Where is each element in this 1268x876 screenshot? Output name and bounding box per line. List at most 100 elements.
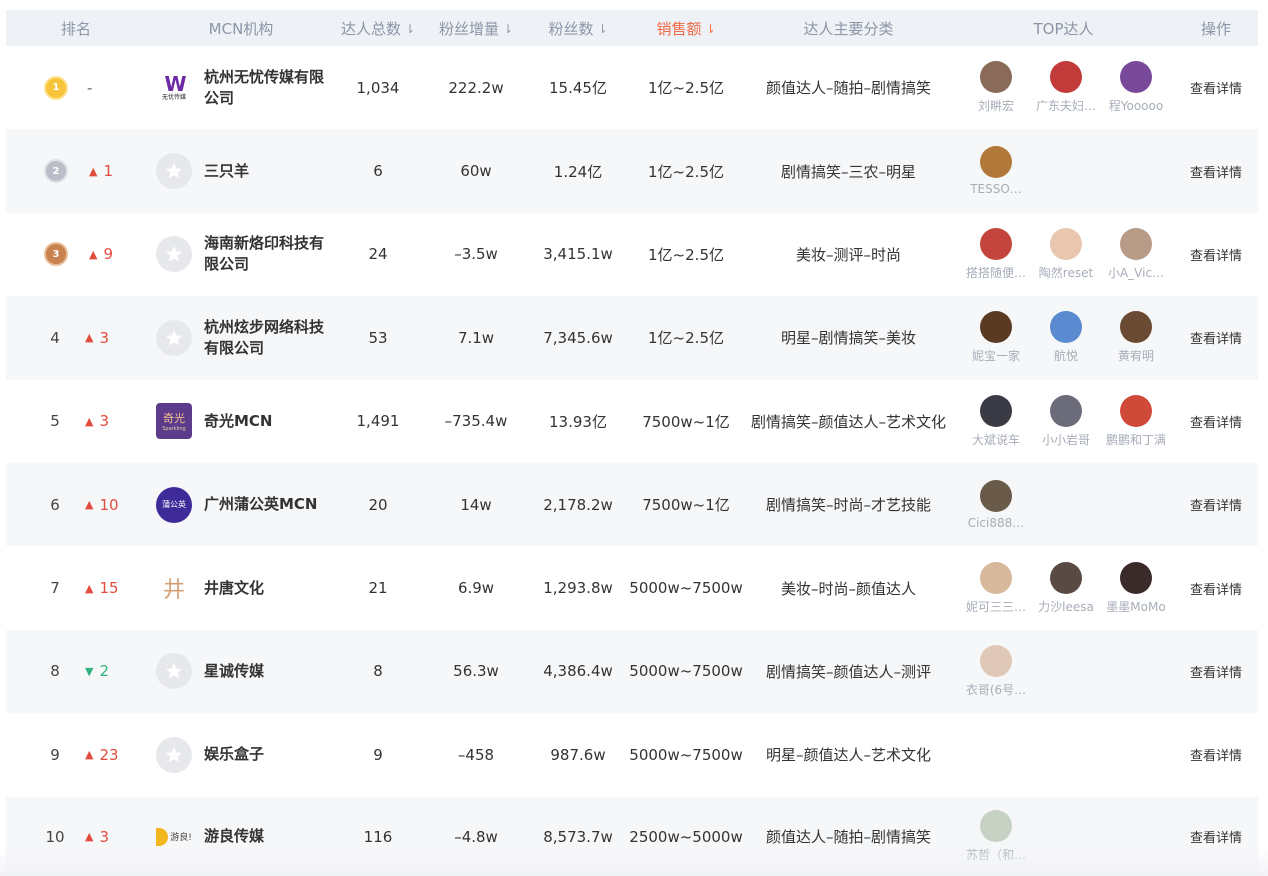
- view-details-link[interactable]: 查看详情: [1190, 245, 1242, 264]
- top-creator[interactable]: 墨墨MoMo: [1101, 561, 1171, 615]
- mcn-cell[interactable]: 杭州炫步网络科技有限公司: [156, 296, 336, 379]
- creator-name[interactable]: 程Yooooo: [1101, 97, 1171, 114]
- mcn-name[interactable]: 杭州炫步网络科技有限公司: [204, 317, 334, 359]
- creator-name[interactable]: 搭搭随便…: [961, 264, 1031, 281]
- top-creator[interactable]: 小A_Vic…: [1101, 227, 1171, 281]
- creator-name[interactable]: 衣哥(6号…: [961, 681, 1031, 698]
- header-sales-sort[interactable]: 销售额 ⇂: [631, 10, 741, 46]
- top-creators: Cici888…: [961, 479, 1031, 530]
- header-fans-sort[interactable]: 粉丝数 ⇂: [528, 10, 628, 46]
- top-creator[interactable]: 搭搭随便…: [961, 227, 1031, 281]
- avatar[interactable]: [1050, 227, 1082, 260]
- top-creator[interactable]: 广东夫妇…: [1031, 61, 1101, 114]
- mcn-cell[interactable]: W 无忧传媒 杭州无忧传媒有限公司: [156, 46, 336, 129]
- sort-down-icon[interactable]: ⇂: [597, 22, 607, 36]
- mcn-cell[interactable]: 蒲公英 广州蒲公英MCN: [156, 463, 336, 546]
- creator-name[interactable]: 广东夫妇…: [1031, 97, 1101, 114]
- avatar[interactable]: [1050, 561, 1082, 594]
- top-creator[interactable]: 陶然reset: [1031, 227, 1101, 281]
- view-details-link[interactable]: 查看详情: [1190, 328, 1242, 347]
- avatar[interactable]: [1120, 227, 1152, 260]
- mcn-cell[interactable]: 星诚传媒: [156, 630, 336, 713]
- creator-name[interactable]: Cici888…: [961, 516, 1031, 530]
- top-creator[interactable]: 妮可三三…: [961, 561, 1031, 615]
- table-row: 8 ▼ 2 星诚传媒 8 56.3w 4,386.4w 5000w~7500w 剧情搞笑–颜值达…: [6, 629, 1258, 714]
- creator-name[interactable]: 刘畊宏: [961, 97, 1031, 114]
- mcn-name[interactable]: 井唐文化: [204, 578, 334, 599]
- top-creator[interactable]: TESSO…: [961, 146, 1031, 196]
- creator-name[interactable]: 墨墨MoMo: [1101, 598, 1171, 615]
- view-details-link[interactable]: 查看详情: [1190, 662, 1242, 681]
- creator-name[interactable]: TESSO…: [961, 182, 1031, 196]
- creator-name[interactable]: 力沙leesa: [1031, 598, 1101, 615]
- creator-name[interactable]: 大斌说车: [961, 431, 1031, 448]
- mcn-name[interactable]: 娱乐盒子: [204, 744, 334, 765]
- mcn-cell[interactable]: 三只羊: [156, 129, 336, 212]
- top-creator[interactable]: 妮宝一家: [961, 311, 1031, 364]
- view-details-link[interactable]: 查看详情: [1190, 162, 1242, 181]
- view-details-link[interactable]: 查看详情: [1190, 412, 1242, 431]
- avatar[interactable]: [980, 479, 1012, 512]
- avatar[interactable]: [980, 61, 1012, 94]
- table-row: 9 ▲ 23 娱乐盒子 9 –458 987.6w 5000w~7500w 明星–颜值达人–艺术…: [6, 713, 1258, 796]
- avatar[interactable]: [980, 810, 1012, 843]
- fan-growth: –735.4w: [444, 412, 508, 431]
- top-creator[interactable]: 航悦: [1031, 311, 1101, 364]
- avatar[interactable]: [980, 227, 1012, 260]
- sort-down-icon[interactable]: ⇂: [503, 22, 513, 36]
- avatar[interactable]: [1120, 311, 1152, 344]
- avatar[interactable]: [1050, 311, 1082, 344]
- mcn-cell[interactable]: 井井唐文化: [156, 546, 336, 629]
- sort-down-icon[interactable]: ⇂: [405, 22, 415, 36]
- sort-down-icon[interactable]: ⇂: [705, 22, 715, 36]
- main-categories: 美妆–时尚–颜值达人: [780, 579, 916, 598]
- creator-name[interactable]: 妮可三三…: [961, 598, 1031, 615]
- avatar[interactable]: [1050, 394, 1082, 427]
- avatar[interactable]: [1120, 61, 1152, 94]
- view-details-link[interactable]: 查看详情: [1190, 495, 1242, 514]
- view-details-link[interactable]: 查看详情: [1190, 78, 1242, 97]
- top-creator[interactable]: Cici888…: [961, 479, 1031, 530]
- creator-name[interactable]: 妮宝一家: [961, 347, 1031, 364]
- mcn-name[interactable]: 海南新烙印科技有限公司: [204, 233, 334, 275]
- creator-name[interactable]: 小小岩哥: [1031, 431, 1101, 448]
- creator-name[interactable]: 陶然reset: [1031, 264, 1101, 281]
- avatar[interactable]: [1050, 61, 1082, 94]
- creator-name[interactable]: 黄宥明: [1101, 347, 1171, 364]
- top-creator[interactable]: 衣哥(6号…: [961, 644, 1031, 698]
- mcn-name[interactable]: 游良传媒: [204, 826, 334, 847]
- top-creator[interactable]: 鹏鹏和丁满: [1101, 394, 1171, 448]
- header-rank: 排名: [60, 19, 91, 38]
- avatar[interactable]: [980, 146, 1012, 179]
- mcn-name[interactable]: 三只羊: [204, 161, 334, 182]
- creator-name[interactable]: 小A_Vic…: [1101, 264, 1171, 281]
- top-creator[interactable]: 黄宥明: [1101, 311, 1171, 364]
- avatar[interactable]: [1120, 394, 1152, 427]
- top-creator[interactable]: 刘畊宏: [961, 61, 1031, 114]
- mcn-name[interactable]: 奇光MCN: [204, 411, 334, 432]
- top-creator[interactable]: 力沙leesa: [1031, 561, 1101, 615]
- view-details-link[interactable]: 查看详情: [1190, 579, 1242, 598]
- triangle-down-icon: ▼: [85, 664, 94, 678]
- avatar[interactable]: [1120, 561, 1152, 594]
- mcn-cell[interactable]: 奇光 Sparkling 奇光MCN: [156, 380, 336, 463]
- mcn-cell[interactable]: 海南新烙印科技有限公司: [156, 213, 336, 296]
- rank-cell: 6 ▲ 10: [6, 463, 146, 546]
- top-creator[interactable]: 大斌说车: [961, 394, 1031, 448]
- avatar[interactable]: [980, 311, 1012, 344]
- header-fan-growth-sort[interactable]: 粉丝增量 ⇂: [426, 10, 526, 46]
- top-creator[interactable]: 小小岩哥: [1031, 394, 1101, 448]
- avatar[interactable]: [980, 561, 1012, 594]
- creator-name[interactable]: 航悦: [1031, 347, 1101, 364]
- header-total-sort[interactable]: 达人总数 ⇂: [328, 10, 428, 46]
- top-creator[interactable]: 程Yooooo: [1101, 61, 1171, 114]
- mcn-cell[interactable]: 娱乐盒子: [156, 713, 336, 796]
- mcn-name[interactable]: 杭州无忧传媒有限公司: [204, 67, 334, 109]
- mcn-name[interactable]: 星诚传媒: [204, 661, 334, 682]
- avatar[interactable]: [980, 644, 1012, 677]
- view-details-link[interactable]: 查看详情: [1190, 745, 1242, 764]
- view-details-link[interactable]: 查看详情: [1190, 827, 1242, 846]
- mcn-name[interactable]: 广州蒲公英MCN: [204, 494, 334, 515]
- creator-name[interactable]: 鹏鹏和丁满: [1101, 431, 1171, 448]
- avatar[interactable]: [980, 394, 1012, 427]
